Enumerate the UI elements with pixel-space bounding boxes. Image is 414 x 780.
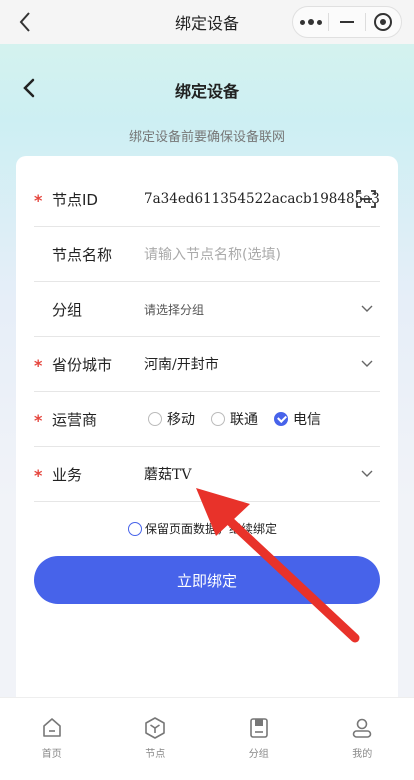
tab-label: 节点 [145, 749, 166, 760]
more-dots-icon [299, 19, 322, 25]
radio-checked-icon [274, 412, 288, 426]
wechat-nav-bar: 绑定设备 [0, 0, 414, 44]
book-icon [249, 718, 268, 738]
node-name-row: 节点名称 请输入节点名称(选填) [34, 227, 380, 282]
chevron-down-icon [361, 470, 373, 477]
radio-icon [211, 412, 225, 426]
node-id-row: * 节点ID 7a34ed611354522acacb198485a3 [34, 172, 380, 227]
minimize-button[interactable] [329, 7, 364, 37]
tab-label: 分组 [248, 749, 269, 760]
home-icon [42, 718, 61, 737]
isp-option-mobile[interactable]: 移动 [148, 409, 195, 429]
checkbox-icon [128, 521, 142, 536]
node-name-label: 节点名称 [52, 245, 113, 264]
isp-radio-group: 移动 联通 电信 [148, 409, 337, 429]
chevron-down-icon [361, 360, 373, 367]
isp-option-label: 联通 [230, 412, 258, 428]
node-id-field[interactable]: 7a34ed611354522acacb198485a3 [144, 191, 380, 207]
group-select[interactable]: 请选择分组 [144, 301, 204, 318]
more-button[interactable] [293, 7, 328, 37]
capsule-menu [292, 6, 402, 38]
required-mark: * [34, 466, 43, 485]
chevron-down-icon [361, 305, 373, 312]
isp-option-label: 移动 [167, 412, 195, 428]
province-city-row[interactable]: * 省份城市 河南/开封市 [34, 337, 380, 392]
required-mark: * [34, 191, 43, 210]
bottom-tab-bar: 首页 节点 分组 我的 [0, 697, 414, 780]
page-title: 绑定设备 [174, 82, 239, 101]
node-id-label: 节点ID [52, 190, 98, 209]
page-subtitle: 绑定设备前要确保设备联网 [128, 130, 285, 145]
target-icon [374, 13, 393, 31]
wechat-back-icon[interactable] [14, 10, 38, 34]
annotation-arrow [196, 488, 360, 643]
isp-label: 运营商 [52, 410, 98, 429]
isp-row: * 运营商 移动 联通 电信 [34, 392, 380, 447]
tab-group[interactable]: 分组 [207, 698, 311, 780]
minimize-icon [339, 21, 354, 23]
group-label: 分组 [52, 300, 83, 319]
required-mark: * [34, 356, 43, 375]
province-city-label: 省份城市 [52, 355, 113, 374]
isp-option-unicom[interactable]: 联通 [211, 409, 258, 429]
tab-home[interactable]: 首页 [0, 698, 104, 780]
tab-label: 我的 [352, 749, 373, 760]
isp-option-telecom[interactable]: 电信 [274, 409, 321, 429]
business-label: 业务 [52, 465, 83, 484]
user-icon [352, 718, 372, 738]
cube-icon [145, 717, 166, 739]
radio-icon [148, 412, 162, 426]
isp-option-label: 电信 [293, 412, 321, 428]
tab-label: 首页 [41, 749, 62, 760]
scan-icon[interactable] [356, 189, 376, 209]
close-miniprogram-button[interactable] [366, 7, 401, 37]
tab-mine[interactable]: 我的 [311, 698, 414, 780]
node-name-input[interactable]: 请输入节点名称(选填) [144, 244, 281, 264]
required-mark: * [34, 411, 43, 430]
group-row[interactable]: 分组 请选择分组 [34, 282, 380, 337]
wechat-title: 绑定设备 [174, 14, 239, 33]
tab-node[interactable]: 节点 [104, 698, 208, 780]
province-city-select[interactable]: 河南/开封市 [144, 354, 219, 374]
